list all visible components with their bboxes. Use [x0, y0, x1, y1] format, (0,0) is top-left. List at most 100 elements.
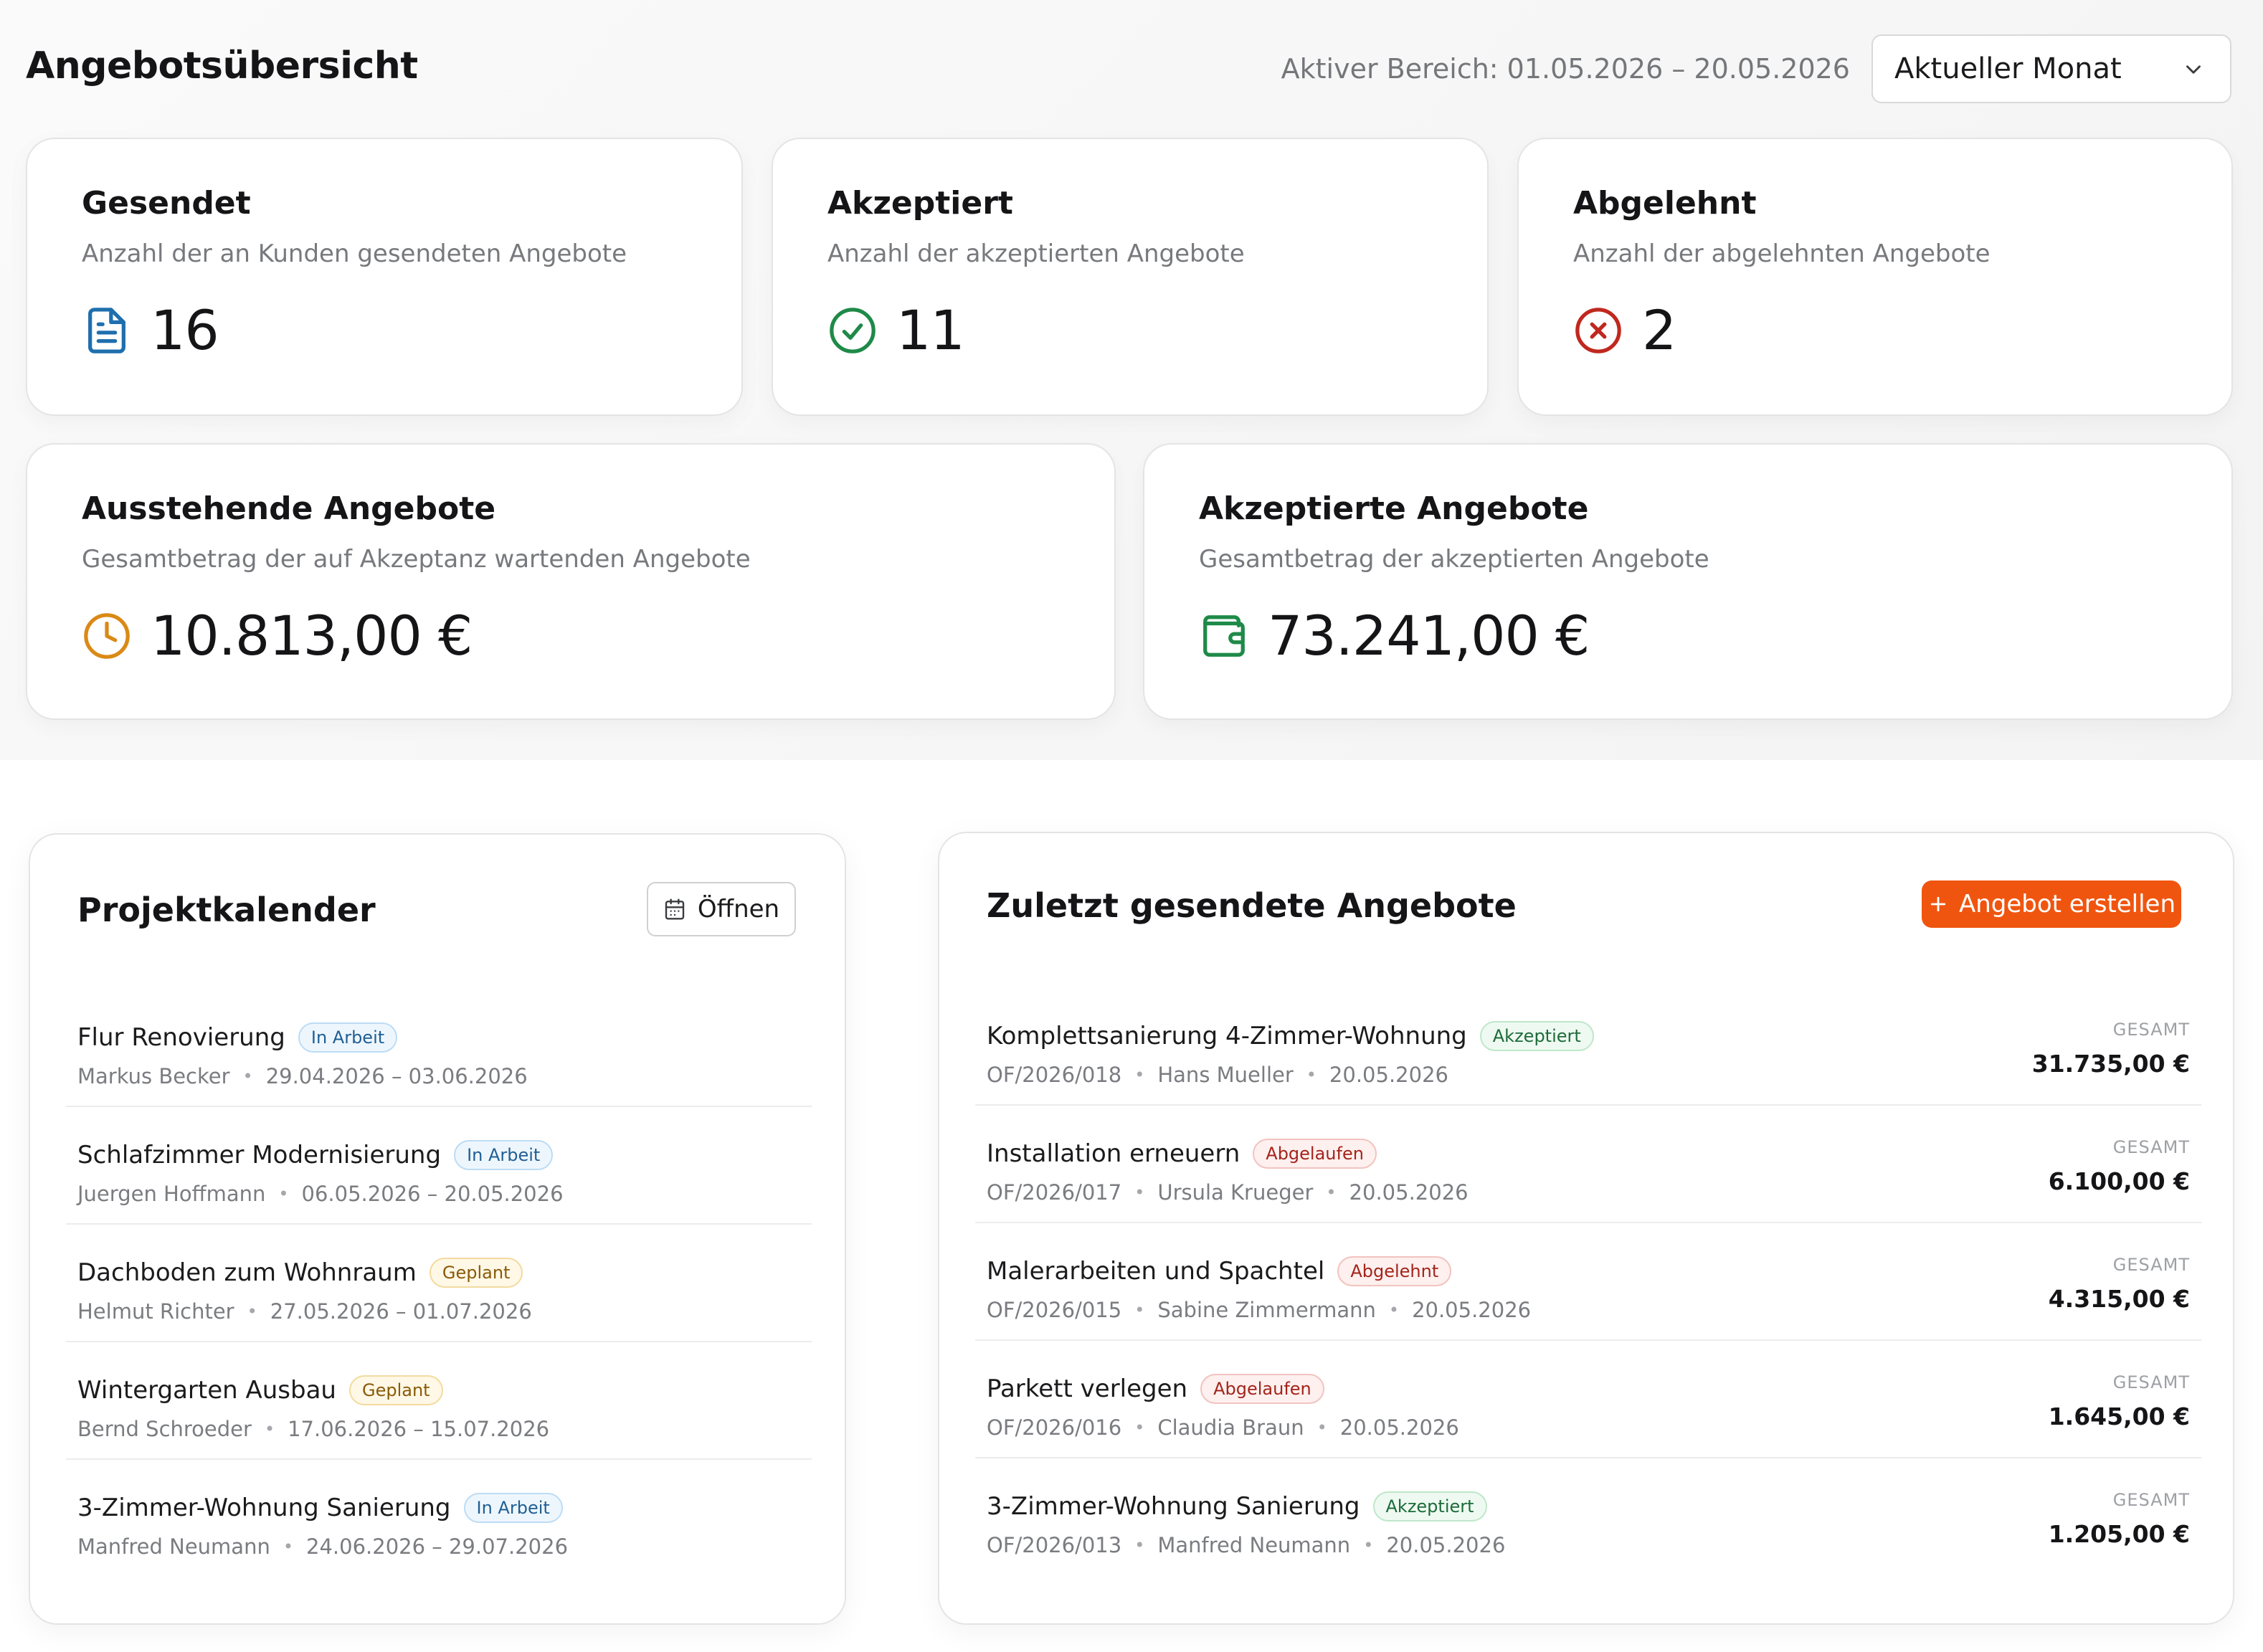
separator-dot: • — [1134, 1182, 1145, 1202]
separator-dot: • — [1134, 1418, 1145, 1438]
separator-dot: • — [1316, 1418, 1327, 1438]
calendar-item[interactable]: Dachboden zum Wohnraum Geplant Helmut Ric… — [66, 1225, 812, 1342]
separator-dot: • — [1134, 1535, 1145, 1555]
status-badge: Abgelaufen — [1200, 1374, 1324, 1405]
stat-subtitle: Gesamtbetrag der auf Akzeptanz wartenden… — [82, 545, 751, 574]
total-label: GESAMT — [2112, 1372, 2190, 1392]
status-badge: Akzeptiert — [1479, 1021, 1594, 1052]
calendar-item[interactable]: Schlafzimmer Modernisierung In Arbeit Jue… — [66, 1107, 812, 1225]
offer-item[interactable]: Malerarbeiten und Spachtel Abgelehnt OF/2… — [975, 1223, 2201, 1341]
project-person: Helmut Richter — [77, 1299, 234, 1324]
separator-dot: • — [242, 1066, 253, 1086]
wallet-icon — [1203, 615, 1245, 657]
stat-subtitle: Anzahl der an Kunden gesendeten Angebote — [82, 239, 627, 268]
separator-dot: • — [1134, 1300, 1145, 1320]
offer-number: OF/2026/013 — [987, 1533, 1122, 1557]
status-badge: In Arbeit — [463, 1493, 563, 1524]
stat-value: 10.813,00 € — [151, 604, 473, 668]
offer-total: 31.735,00 € — [2031, 1050, 2190, 1078]
status-badge: Geplant — [348, 1375, 443, 1406]
offer-item[interactable]: Installation erneuern Abgelaufen OF/2026/… — [975, 1106, 2201, 1223]
project-dates: 27.05.2026 – 01.07.2026 — [270, 1299, 532, 1324]
offer-item[interactable]: Komplettsanierung 4-Zimmer-Wohnung Akzept… — [975, 988, 2201, 1106]
offer-name: Komplettsanierung 4-Zimmer-Wohnung — [987, 1022, 1467, 1051]
project-calendar-panel: Projektkalender Öffnen Flur Renovierung I… — [29, 833, 846, 1625]
status-badge: In Arbeit — [298, 1022, 398, 1053]
panel-title: Projektkalender — [77, 891, 376, 929]
total-label: GESAMT — [2112, 1490, 2190, 1510]
offer-customer: Ursula Krueger — [1157, 1180, 1314, 1205]
project-name: Flur Renovierung — [77, 1023, 285, 1053]
separator-dot: • — [278, 1184, 289, 1204]
clock-icon — [84, 613, 130, 659]
offer-number: OF/2026/015 — [987, 1298, 1122, 1322]
separator-dot: • — [1326, 1182, 1337, 1202]
document-icon — [88, 308, 125, 353]
project-dates: 06.05.2026 – 20.05.2026 — [301, 1182, 564, 1206]
period-select-value: Aktueller Monat — [1894, 52, 2122, 85]
create-offer-label: Angebot erstellen — [1958, 890, 2176, 918]
stat-title: Akzeptiert — [827, 185, 1013, 222]
calendar-icon — [665, 898, 685, 920]
total-label: GESAMT — [2112, 1255, 2190, 1275]
calendar-item[interactable]: Wintergarten Ausbau Geplant Bernd Schroed… — [66, 1342, 812, 1460]
offer-name: Parkett verlegen — [987, 1375, 1188, 1404]
project-name: 3-Zimmer-Wohnung Sanierung — [77, 1494, 451, 1523]
stat-card-pending-amount: Ausstehende Angebote Gesamtbetrag der au… — [26, 443, 1116, 720]
offer-customer: Sabine Zimmermann — [1157, 1298, 1376, 1322]
stat-card-accepted: Akzeptiert Anzahl der akzeptierten Angeb… — [772, 138, 1489, 416]
separator-dot: • — [1388, 1300, 1400, 1320]
stat-subtitle: Anzahl der akzeptierten Angebote — [827, 239, 1245, 268]
offer-item[interactable]: Parkett verlegen Abgelaufen OF/2026/016 • C… — [975, 1341, 2201, 1458]
total-label: GESAMT — [2112, 1020, 2190, 1040]
stat-subtitle: Anzahl der abgelehnten Angebote — [1573, 239, 1991, 268]
stat-title: Abgelehnt — [1573, 185, 1757, 222]
x-circle-icon — [1575, 308, 1621, 353]
offer-total: 4.315,00 € — [2048, 1285, 2190, 1313]
stat-value: 2 — [1642, 298, 1676, 362]
active-range-label: Aktiver Bereich: 01.05.2026 – 20.05.2026 — [1281, 53, 1850, 85]
offer-total: 1.205,00 € — [2048, 1520, 2190, 1548]
project-person: Bernd Schroeder — [77, 1417, 252, 1441]
separator-dot: • — [1306, 1065, 1316, 1085]
project-person: Manfred Neumann — [77, 1534, 270, 1559]
status-badge: Abgelehnt — [1337, 1256, 1452, 1287]
status-badge: In Arbeit — [454, 1140, 554, 1171]
dashboard-page: Angebotsübersicht Aktiver Bereich: 01.05… — [0, 0, 2263, 1652]
offer-total: 6.100,00 € — [2048, 1167, 2190, 1195]
stat-value: 11 — [896, 298, 965, 362]
project-name: Schlafzimmer Modernisierung — [77, 1141, 442, 1170]
offer-date: 20.05.2026 — [1339, 1415, 1459, 1440]
project-name: Wintergarten Ausbau — [77, 1376, 336, 1405]
offer-date: 20.05.2026 — [1329, 1063, 1448, 1087]
offer-date: 20.05.2026 — [1412, 1298, 1532, 1322]
check-circle-icon — [830, 308, 876, 353]
stat-card-rejected: Abgelehnt Anzahl der abgelehnten Angebot… — [1517, 138, 2233, 416]
offer-customer: Manfred Neumann — [1157, 1533, 1351, 1557]
stat-title: Gesendet — [82, 185, 251, 222]
offer-name: Malerarbeiten und Spachtel — [987, 1257, 1325, 1286]
offer-date: 20.05.2026 — [1349, 1180, 1469, 1205]
stat-title: Ausstehende Angebote — [82, 490, 496, 527]
offer-number: OF/2026/017 — [987, 1180, 1122, 1205]
panel-title: Zuletzt gesendete Angebote — [987, 886, 1517, 925]
stat-card-accepted-amount: Akzeptierte Angebote Gesamtbetrag der ak… — [1143, 443, 2233, 720]
offer-name: 3-Zimmer-Wohnung Sanierung — [987, 1492, 1360, 1522]
separator-dot: • — [1134, 1065, 1145, 1085]
open-calendar-label: Öffnen — [697, 895, 780, 924]
page-title: Angebotsübersicht — [26, 44, 418, 87]
project-dates: 29.04.2026 – 03.06.2026 — [265, 1064, 528, 1088]
offer-item[interactable]: 3-Zimmer-Wohnung Sanierung Akzeptiert OF/… — [975, 1458, 2201, 1576]
status-badge: Akzeptiert — [1372, 1491, 1487, 1522]
open-calendar-button[interactable]: Öffnen — [647, 882, 796, 936]
period-select[interactable]: Aktueller Monat — [1871, 34, 2231, 103]
project-person: Juergen Hoffmann — [77, 1182, 266, 1206]
calendar-item[interactable]: 3-Zimmer-Wohnung Sanierung In Arbeit Manf… — [66, 1460, 812, 1577]
offer-date: 20.05.2026 — [1386, 1533, 1506, 1557]
recent-offers-panel: Zuletzt gesendete Angebote Angebot erste… — [938, 832, 2234, 1625]
project-dates: 17.06.2026 – 15.07.2026 — [288, 1417, 550, 1441]
create-offer-button[interactable]: Angebot erstellen — [1922, 880, 2181, 928]
calendar-item[interactable]: Flur Renovierung In Arbeit Markus Becker •… — [66, 989, 812, 1107]
separator-dot: • — [247, 1301, 257, 1321]
offer-customer: Claudia Braun — [1157, 1415, 1304, 1440]
